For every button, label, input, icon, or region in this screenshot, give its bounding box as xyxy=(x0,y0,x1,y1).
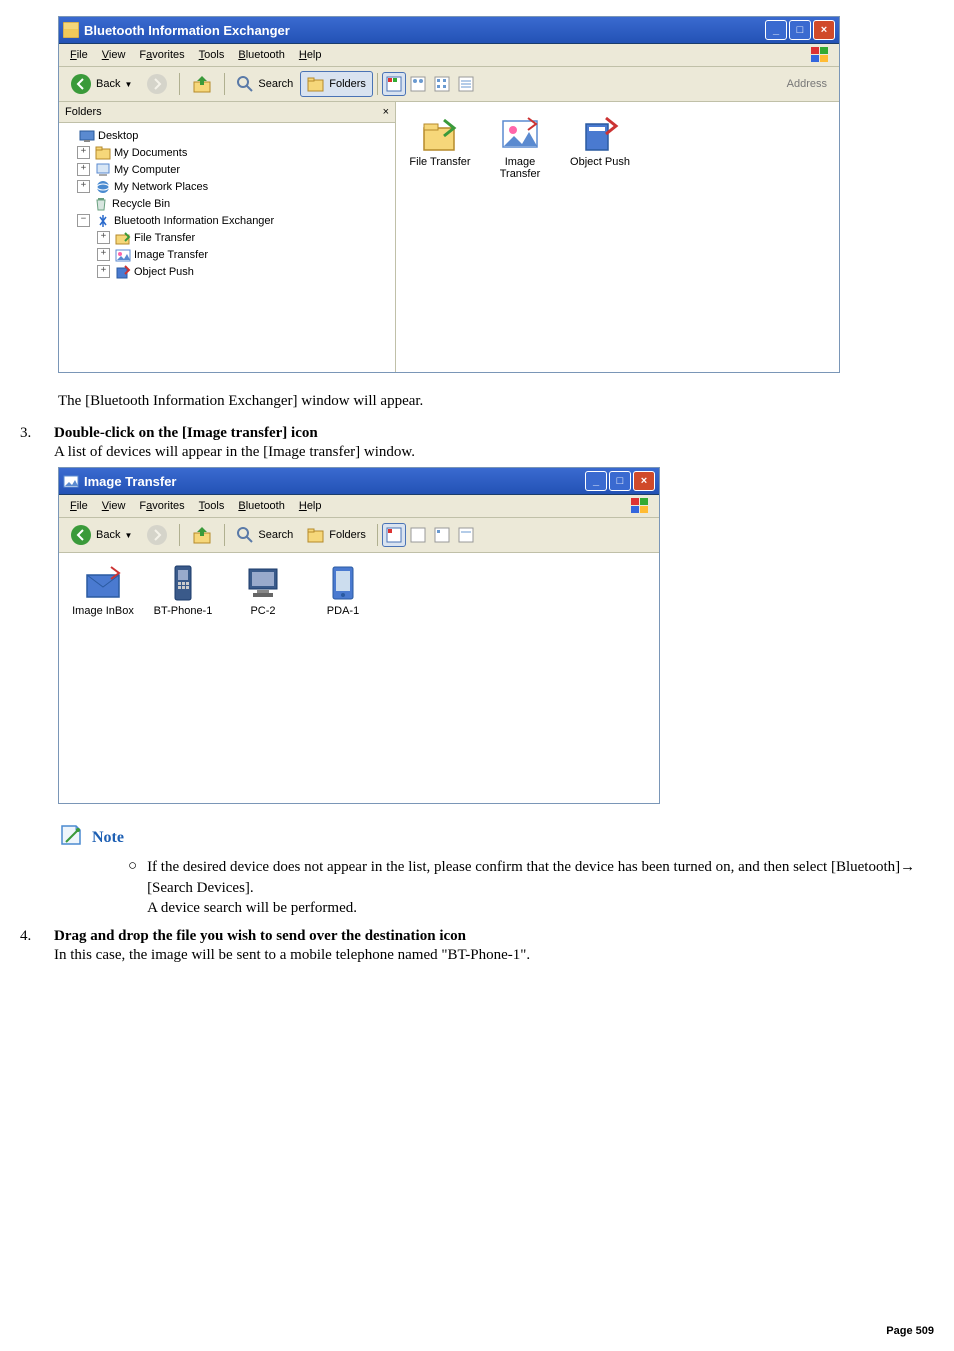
back-button[interactable]: Back▼ xyxy=(63,69,139,99)
close-button[interactable]: × xyxy=(633,471,655,491)
toolbar: Back▼ Search Folders Address xyxy=(59,67,839,102)
note-icon xyxy=(58,822,84,853)
maximize-button[interactable]: □ xyxy=(609,471,631,491)
note-text-2: A device search will be performed. xyxy=(147,900,357,916)
folders-pane-title: Folders xyxy=(65,106,102,118)
window-bt-info-exchanger: Bluetooth Information Exchanger _ □ × Fi… xyxy=(58,16,840,373)
device-bt-phone-1[interactable]: BT-Phone-1 xyxy=(147,563,219,617)
close-pane-button[interactable]: × xyxy=(383,106,389,118)
device-pc-2[interactable]: PC-2 xyxy=(227,563,299,617)
step-4: 4. Drag and drop the file you wish to se… xyxy=(20,928,934,945)
search-button[interactable]: Search xyxy=(229,522,300,548)
tree-mycomp[interactable]: +My Computer xyxy=(61,161,393,178)
view-mode-3-button[interactable] xyxy=(430,72,454,96)
note-label: Note xyxy=(92,829,124,847)
menu-help[interactable]: Help xyxy=(292,498,329,514)
app-icon xyxy=(63,22,79,38)
step-4-title: Drag and drop the file you wish to send … xyxy=(54,928,466,944)
menu-view[interactable]: View xyxy=(95,498,133,514)
note-block: Note If the desired device does not appe… xyxy=(58,822,934,918)
maximize-button[interactable]: □ xyxy=(789,20,811,40)
close-button[interactable]: × xyxy=(813,20,835,40)
back-button[interactable]: Back▼ xyxy=(63,520,139,550)
step-3-sub: A list of devices will appear in the [Im… xyxy=(54,444,934,461)
image-transfer-icon[interactable]: Image Transfer xyxy=(484,114,556,180)
folders-button[interactable]: Folders xyxy=(300,71,373,97)
menu-tools[interactable]: Tools xyxy=(192,498,232,514)
search-button[interactable]: Search xyxy=(229,71,300,97)
window-title: Bluetooth Information Exchanger xyxy=(84,23,765,38)
tree-recycle[interactable]: Recycle Bin xyxy=(61,195,393,212)
folder-tree[interactable]: Desktop +My Documents +My Computer +My N… xyxy=(59,123,395,372)
step-3-title: Double-click on the [Image transfer] ico… xyxy=(54,425,318,441)
note-bullet: If the desired device does not appear in… xyxy=(128,857,934,918)
tree-desktop[interactable]: Desktop xyxy=(61,127,393,144)
view-mode-1-button[interactable] xyxy=(382,72,406,96)
menu-view[interactable]: View xyxy=(95,47,133,63)
app-icon xyxy=(63,473,79,489)
titlebar[interactable]: Image Transfer _ □ × xyxy=(59,468,659,495)
titlebar[interactable]: Bluetooth Information Exchanger _ □ × xyxy=(59,17,839,44)
menu-help[interactable]: Help xyxy=(292,47,329,63)
object-push-icon[interactable]: Object Push xyxy=(564,114,636,168)
menu-bluetooth[interactable]: Bluetooth xyxy=(231,47,292,63)
tree-object-push[interactable]: +Object Push xyxy=(61,263,393,280)
address-label: Address xyxy=(787,78,835,90)
folders-pane: Folders × Desktop +My Documents +My Comp… xyxy=(59,102,396,372)
window-image-transfer: Image Transfer _ □ × File View Favorites… xyxy=(58,467,660,804)
up-button[interactable] xyxy=(184,520,220,550)
windows-logo-icon xyxy=(807,45,835,65)
view-mode-3-button[interactable] xyxy=(430,523,454,547)
menubar: File View Favorites Tools Bluetooth Help xyxy=(59,495,659,518)
minimize-button[interactable]: _ xyxy=(765,20,787,40)
tree-btix[interactable]: −Bluetooth Information Exchanger xyxy=(61,212,393,229)
menu-file[interactable]: File xyxy=(63,498,95,514)
view-mode-2-button[interactable] xyxy=(406,523,430,547)
menu-favorites[interactable]: Favorites xyxy=(132,498,191,514)
menubar: File View Favorites Tools Bluetooth Help xyxy=(59,44,839,67)
page-number: Page 509 xyxy=(886,1325,934,1337)
device-pda-1[interactable]: PDA-1 xyxy=(307,563,379,617)
menu-bluetooth[interactable]: Bluetooth xyxy=(231,498,292,514)
tree-mydocs[interactable]: +My Documents xyxy=(61,144,393,161)
window-title: Image Transfer xyxy=(84,474,585,489)
caption-1: The [Bluetooth Information Exchanger] wi… xyxy=(58,391,934,411)
view-mode-4-button[interactable] xyxy=(454,72,478,96)
view-mode-4-button[interactable] xyxy=(454,523,478,547)
note-text-1: If the desired device does not appear in… xyxy=(147,859,915,895)
folders-pane-header: Folders × xyxy=(59,102,395,123)
content-pane[interactable]: Image InBox BT-Phone-1 PC-2 PDA-1 xyxy=(59,553,659,803)
image-inbox-icon[interactable]: Image InBox xyxy=(67,563,139,617)
up-button[interactable] xyxy=(184,69,220,99)
menu-file[interactable]: File xyxy=(63,47,95,63)
windows-logo-icon xyxy=(627,496,655,516)
step-3: 3. Double-click on the [Image transfer] … xyxy=(20,425,934,442)
minimize-button[interactable]: _ xyxy=(585,471,607,491)
view-mode-1-button[interactable] xyxy=(382,523,406,547)
file-transfer-icon[interactable]: File Transfer xyxy=(404,114,476,168)
menu-favorites[interactable]: Favorites xyxy=(132,47,191,63)
toolbar: Back▼ Search Folders xyxy=(59,518,659,553)
tree-image-transfer[interactable]: +Image Transfer xyxy=(61,246,393,263)
folders-button[interactable]: Folders xyxy=(300,522,373,548)
tree-mynet[interactable]: +My Network Places xyxy=(61,178,393,195)
view-mode-2-button[interactable] xyxy=(406,72,430,96)
content-pane[interactable]: File Transfer Image Transfer Object Push xyxy=(396,102,839,372)
forward-button[interactable] xyxy=(139,69,175,99)
tree-file-transfer[interactable]: +File Transfer xyxy=(61,229,393,246)
step-4-sub: In this case, the image will be sent to … xyxy=(54,947,934,964)
forward-button[interactable] xyxy=(139,520,175,550)
menu-tools[interactable]: Tools xyxy=(192,47,232,63)
